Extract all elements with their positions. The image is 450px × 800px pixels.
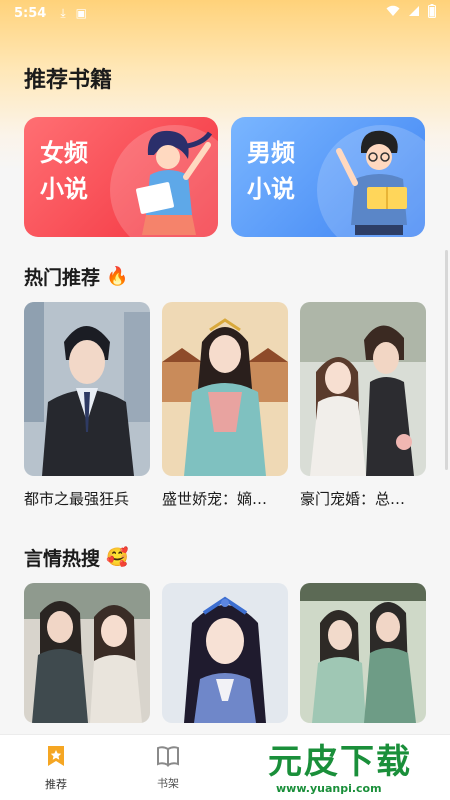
book-cover bbox=[300, 302, 426, 476]
book-cover-illustration bbox=[24, 583, 150, 723]
book-card[interactable] bbox=[300, 583, 426, 723]
notification-icon: ▣ bbox=[75, 6, 87, 20]
book-cover-illustration bbox=[300, 583, 426, 723]
female-card-label: 女频 小说 bbox=[40, 135, 88, 207]
nav-item-recommend-label: 推荐 bbox=[45, 777, 67, 791]
book-card[interactable]: 盛世娇宠：嫡… bbox=[162, 302, 288, 509]
male-card-label: 男频 小说 bbox=[247, 135, 295, 207]
book-title: 豪门宠婚：总… bbox=[300, 490, 406, 508]
book-cover-illustration bbox=[162, 583, 288, 723]
male-card-label-line1: 男频 bbox=[247, 139, 295, 167]
watermark-url: www.yuanpi.com bbox=[276, 781, 382, 795]
watermark-text: 元皮下载 bbox=[268, 741, 412, 782]
book-card[interactable]: 都市之最强狂兵 bbox=[24, 302, 150, 509]
site-watermark: 元皮下载 www.yuanpi.com bbox=[268, 736, 450, 800]
book-cover-illustration bbox=[24, 302, 150, 476]
book-cover-illustration bbox=[162, 302, 288, 476]
boy-reading-illustration bbox=[336, 130, 407, 235]
nav-item-bookshelf-label: 书架 bbox=[157, 776, 179, 790]
book-cover bbox=[300, 583, 426, 723]
nav-item-bookshelf[interactable]: 书架 bbox=[112, 735, 224, 800]
battery-icon bbox=[428, 4, 436, 22]
book-cover-illustration bbox=[300, 302, 426, 476]
recommend-books-title-text: 推荐书籍 bbox=[24, 68, 113, 93]
female-novels-card[interactable]: 女频 小说 bbox=[24, 117, 218, 237]
male-novels-card[interactable]: 男频 小说 bbox=[231, 117, 425, 237]
female-card-label-line2: 小说 bbox=[40, 175, 88, 203]
girl-reading-illustration bbox=[136, 130, 213, 235]
book-card[interactable] bbox=[162, 583, 288, 723]
open-book-icon bbox=[156, 745, 180, 771]
wifi-icon bbox=[386, 5, 400, 21]
fire-icon: 🔥 bbox=[106, 266, 129, 287]
smiling-hearts-icon: 🥰 bbox=[106, 547, 129, 568]
star-bookmark-icon bbox=[45, 744, 67, 772]
download-icon: ⤓ bbox=[60, 5, 66, 20]
hot-recommend-title: 热门推荐 🔥 bbox=[24, 263, 128, 290]
book-cover bbox=[162, 583, 288, 723]
status-bar: 5:54 ⤓ ▣ bbox=[0, 0, 450, 26]
book-title: 盛世娇宠：嫡… bbox=[162, 490, 268, 508]
status-time: 5:54 bbox=[14, 5, 47, 21]
book-cover bbox=[24, 302, 150, 476]
hot-recommend-title-text: 热门推荐 bbox=[24, 267, 101, 289]
nav-item-recommend[interactable]: 推荐 bbox=[0, 735, 112, 800]
romance-trending-title: 言情热搜 🥰 bbox=[24, 544, 128, 571]
romance-trending-title-text: 言情热搜 bbox=[24, 548, 101, 570]
book-cover bbox=[162, 302, 288, 476]
recommend-books-title: 推荐书籍 bbox=[24, 62, 113, 96]
book-title: 都市之最强狂兵 bbox=[24, 490, 130, 508]
scrollbar[interactable] bbox=[445, 250, 448, 470]
male-card-label-line2: 小说 bbox=[247, 175, 295, 203]
female-card-label-line1: 女频 bbox=[40, 139, 88, 167]
signal-icon bbox=[408, 5, 420, 21]
book-card[interactable]: 豪门宠婚：总… bbox=[300, 302, 426, 509]
book-card[interactable] bbox=[24, 583, 150, 723]
book-cover bbox=[24, 583, 150, 723]
